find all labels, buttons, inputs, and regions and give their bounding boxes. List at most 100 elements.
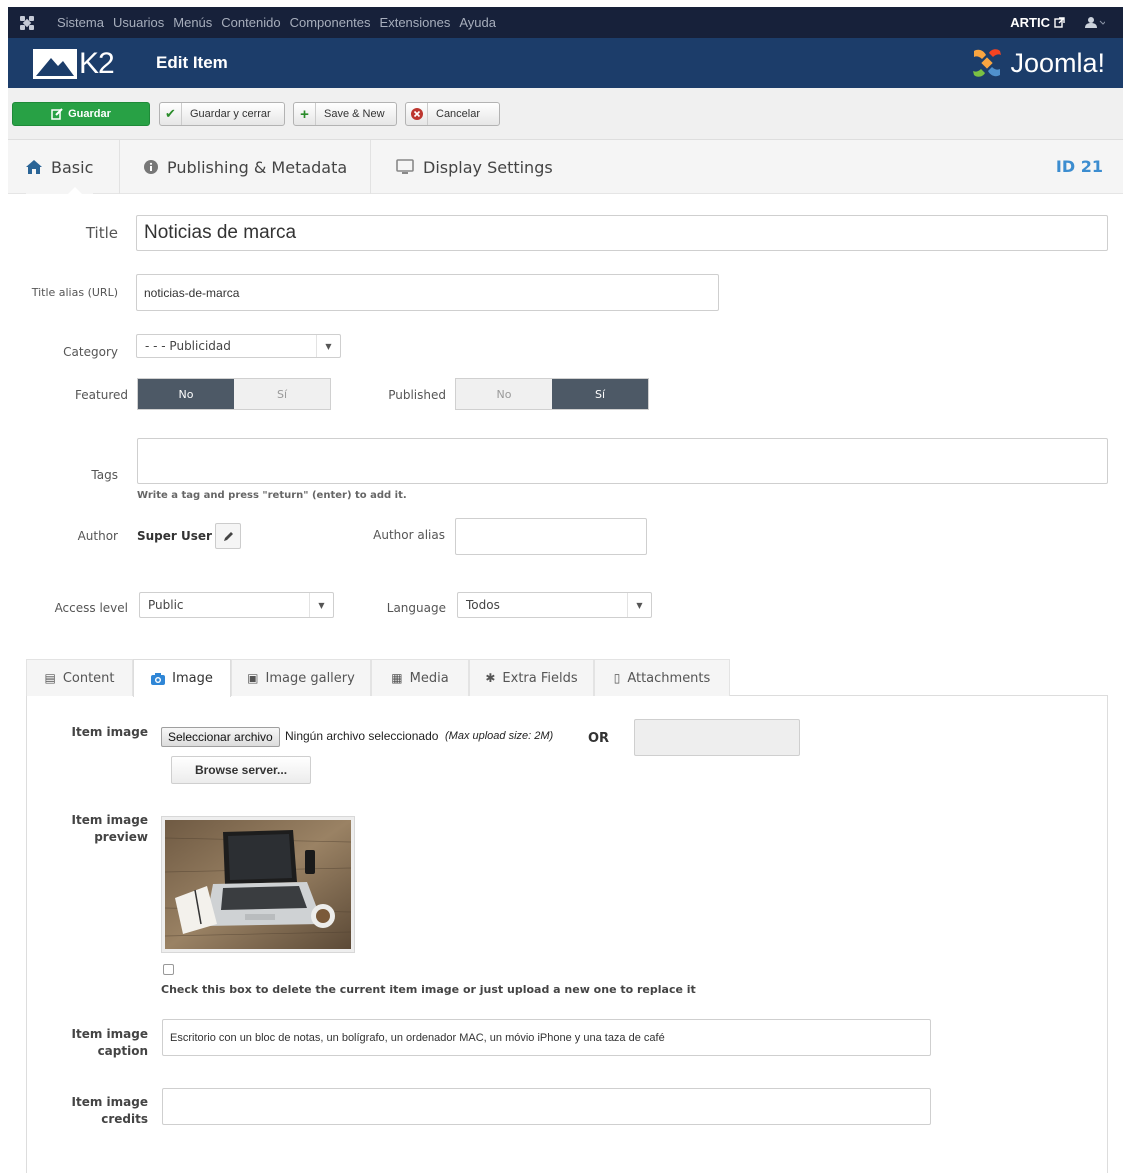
chevron-down-icon: ▼ — [309, 593, 333, 617]
save-button[interactable]: Guardar — [12, 102, 150, 126]
edit-icon — [51, 108, 63, 120]
item-sub-tabs: ▤ Content Image ▣ Image gallery ▦ Media … — [26, 659, 1108, 697]
joomla-logo-icon[interactable] — [18, 14, 36, 32]
max-upload-text: (Max upload size: 2M) — [445, 730, 554, 742]
admin-menu: Sistema Usuarios Menús Contenido Compone… — [57, 7, 505, 38]
save-new-label: Save & New — [324, 108, 385, 120]
item-image-credits-input[interactable] — [162, 1088, 931, 1125]
featured-label: Featured — [75, 388, 128, 402]
author-edit-button[interactable] — [215, 523, 241, 549]
item-image-preview — [161, 816, 355, 953]
title-label: Title — [85, 224, 118, 242]
language-label: Language — [386, 601, 446, 615]
tab-image-gallery[interactable]: ▣ Image gallery — [231, 659, 371, 696]
menu-extensiones[interactable]: Extensiones — [380, 15, 451, 30]
tags-label: Tags — [91, 468, 118, 482]
menu-componentes[interactable]: Componentes — [290, 15, 371, 30]
save-close-label: Guardar y cerrar — [190, 108, 271, 120]
featured-yes-button[interactable]: Sí — [234, 379, 330, 409]
file-text-icon: ▤ — [44, 671, 56, 685]
menu-sistema[interactable]: Sistema — [57, 15, 104, 30]
language-select[interactable]: Todos ▼ — [457, 592, 652, 618]
published-toggle: No Sí — [455, 378, 649, 410]
monitor-icon — [396, 159, 414, 174]
tab-attachments[interactable]: ▯ Attachments — [594, 659, 730, 696]
featured-toggle: No Sí — [137, 378, 331, 410]
site-name: ARTIC — [1010, 15, 1050, 30]
site-link[interactable]: ARTIC — [1010, 15, 1065, 30]
access-level-select[interactable]: Public ▼ — [139, 592, 334, 618]
check-icon: ✔ — [160, 103, 182, 125]
media-icon: ▦ — [391, 671, 403, 685]
access-level-value: Public — [148, 598, 184, 612]
tags-hint: Write a tag and press "return" (enter) t… — [137, 490, 407, 501]
item-image-caption-label: Item image caption — [71, 1027, 148, 1058]
joomla-flower-icon — [973, 49, 1002, 77]
category-select[interactable]: - - - Publicidad ▼ — [136, 334, 341, 358]
main-tabs: Basic Publishing & Metadata Display Sett… — [8, 140, 1123, 194]
published-yes-button[interactable]: Sí — [552, 379, 648, 409]
language-value: Todos — [466, 598, 500, 612]
menu-ayuda[interactable]: Ayuda — [459, 15, 496, 30]
featured-no-button[interactable]: No — [138, 379, 234, 409]
save-new-button[interactable]: + Save & New — [293, 102, 397, 126]
joomla-logo: Joomla! — [970, 46, 1105, 80]
save-label: Guardar — [68, 108, 111, 120]
author-label: Author — [77, 529, 118, 543]
tab-content[interactable]: ▤ Content — [26, 659, 133, 696]
tab-image[interactable]: Image — [133, 659, 231, 697]
no-file-text: Ningún archivo seleccionado — [285, 729, 439, 743]
alias-input[interactable]: noticias-de-marca — [136, 274, 719, 311]
gear-icon: ✱ — [485, 671, 496, 685]
author-alias-input[interactable] — [455, 518, 647, 555]
image-url-input[interactable] — [634, 719, 800, 756]
cancel-icon — [406, 103, 428, 125]
home-icon — [26, 160, 42, 174]
category-label: Category — [63, 345, 118, 359]
joomla-brand: Joomla! — [1010, 48, 1105, 78]
item-image-credits-label: Item image credits — [71, 1095, 148, 1126]
cancel-button[interactable]: Cancelar — [405, 102, 500, 126]
user-icon[interactable] — [1085, 16, 1105, 29]
alias-label: Title alias (URL) — [31, 286, 118, 299]
menu-menus[interactable]: Menús — [173, 15, 212, 30]
toolbar: Guardar ✔ Guardar y cerrar + Save & New … — [8, 88, 1123, 140]
item-image-caption-input[interactable]: Escritorio con un bloc de notas, un bolí… — [162, 1019, 931, 1056]
published-label: Published — [388, 388, 446, 402]
tab-media[interactable]: ▦ Media — [371, 659, 469, 696]
page-title: Edit Item — [156, 53, 228, 72]
tab-media-label: Media — [409, 670, 449, 686]
tab-content-label: Content — [62, 670, 115, 686]
author-alias-label: Author alias — [373, 528, 445, 542]
tab-publishing[interactable]: Publishing & Metadata — [144, 140, 347, 194]
tab-display[interactable]: Display Settings — [396, 140, 553, 194]
tab-attachments-label: Attachments — [627, 670, 711, 686]
k2-brand: K2 — [79, 47, 115, 80]
published-no-button[interactable]: No — [456, 379, 552, 409]
choose-file-button[interactable]: Seleccionar archivo — [161, 727, 280, 747]
tab-extra-fields[interactable]: ✱ Extra Fields — [469, 659, 594, 696]
laptop-desk-image — [164, 820, 352, 949]
plus-icon: + — [294, 103, 316, 125]
title-input[interactable]: Noticias de marca — [136, 215, 1108, 251]
tab-basic[interactable]: Basic — [26, 140, 94, 194]
browse-server-button[interactable]: Browse server... — [171, 756, 311, 784]
cancel-label: Cancelar — [436, 108, 481, 120]
image-tab-panel: Item image Seleccionar archivo Ningún ar… — [26, 696, 1108, 1173]
item-image-label: Item image — [71, 725, 148, 739]
tab-basic-label: Basic — [51, 157, 94, 177]
tab-extra-fields-label: Extra Fields — [502, 670, 578, 686]
tab-display-label: Display Settings — [423, 157, 553, 177]
save-close-button[interactable]: ✔ Guardar y cerrar — [159, 102, 285, 126]
or-text: OR — [588, 731, 610, 746]
external-link-icon — [1054, 17, 1065, 28]
menu-usuarios[interactable]: Usuarios — [113, 15, 164, 30]
access-level-label: Access level — [54, 601, 128, 615]
category-value: - - - Publicidad — [145, 339, 231, 353]
menu-contenido[interactable]: Contenido — [221, 15, 280, 30]
image-icon: ▣ — [247, 671, 259, 685]
pencil-icon — [223, 531, 233, 541]
chevron-down-icon: ▼ — [316, 335, 340, 357]
tags-input[interactable] — [137, 438, 1108, 484]
delete-image-checkbox[interactable] — [163, 964, 174, 975]
